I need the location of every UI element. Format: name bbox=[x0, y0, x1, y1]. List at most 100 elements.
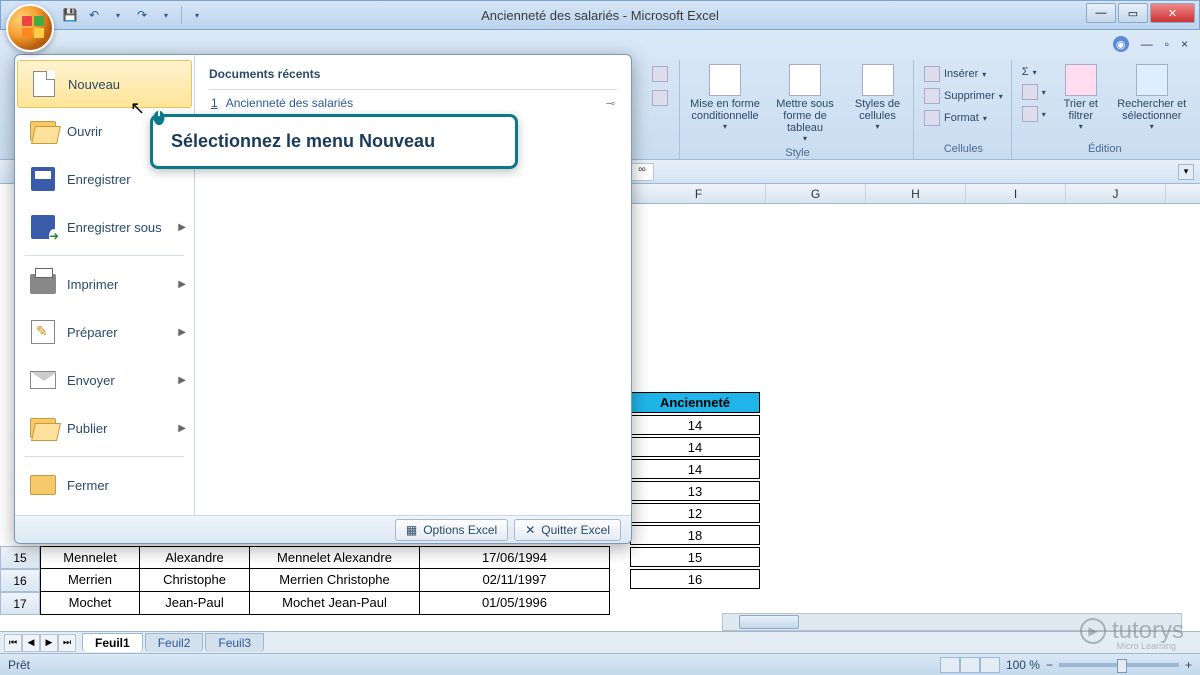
quit-excel-button[interactable]: ✕ Quitter Excel bbox=[514, 519, 621, 541]
col-header-j[interactable]: J bbox=[1066, 184, 1166, 203]
row-header[interactable]: 15 bbox=[0, 546, 40, 569]
clear-icon bbox=[1022, 106, 1038, 122]
col-header-i[interactable]: I bbox=[966, 184, 1066, 203]
cell-nom[interactable]: Mennelet bbox=[40, 546, 140, 569]
sheet-tab-bar: ⏮ ◀ ▶ ⏭ Feuil1 Feuil2 Feuil3 bbox=[0, 631, 1200, 653]
qat-save-icon[interactable]: 💾 bbox=[61, 6, 79, 24]
cell-prenom[interactable]: Jean-Paul bbox=[140, 592, 250, 615]
title-bar: 💾 ↶ ▾ ↷ ▾ ▾ Ancienneté des salariés - Mi… bbox=[0, 0, 1200, 30]
qat-redo-icon[interactable]: ↷ bbox=[133, 6, 151, 24]
cell-date[interactable]: 01/05/1996 bbox=[420, 592, 610, 615]
find-select-button[interactable]: Rechercher et sélectionner ▾ bbox=[1116, 64, 1188, 131]
submenu-arrow-icon: ▶ bbox=[178, 375, 186, 386]
view-page-break-button[interactable] bbox=[980, 657, 1000, 673]
qat-undo-icon[interactable]: ↶ bbox=[85, 6, 103, 24]
row-header[interactable]: 17 bbox=[0, 592, 40, 615]
col-header-h[interactable]: H bbox=[866, 184, 966, 203]
window-title: Ancienneté des salariés - Microsoft Exce… bbox=[481, 8, 719, 23]
anciennete-header: Ancienneté bbox=[630, 392, 760, 413]
conditional-formatting-button[interactable]: Mise en forme conditionnelle ▾ bbox=[690, 64, 760, 131]
prepare-icon bbox=[29, 318, 57, 346]
cell-full[interactable]: Merrien Christophe bbox=[250, 569, 420, 592]
anciennete-cell[interactable]: 18 bbox=[630, 525, 760, 545]
sheet-nav-next-icon[interactable]: ▶ bbox=[40, 634, 58, 652]
cell-prenom[interactable]: Alexandre bbox=[140, 546, 250, 569]
sheet-nav-first-icon[interactable]: ⏮ bbox=[4, 634, 22, 652]
excel-options-button[interactable]: ▦ Options Excel bbox=[395, 519, 508, 541]
anciennete-cell[interactable]: 13 bbox=[630, 481, 760, 501]
qat-undo-dropdown-icon[interactable]: ▾ bbox=[109, 6, 127, 24]
cell-prenom[interactable]: Christophe bbox=[140, 569, 250, 592]
menu-item-close[interactable]: Fermer bbox=[15, 461, 194, 509]
increase-decimal-button[interactable] bbox=[652, 64, 668, 84]
clear-button[interactable]: ▾ bbox=[1022, 104, 1046, 124]
sort-filter-button[interactable]: Trier et filtrer ▾ bbox=[1056, 64, 1106, 131]
menu-item-print[interactable]: Imprimer ▶ bbox=[15, 260, 194, 308]
visible-data-rows: 15 Mennelet Alexandre Mennelet Alexandre… bbox=[0, 546, 610, 615]
menu-item-send[interactable]: Envoyer ▶ bbox=[15, 356, 194, 404]
format-button[interactable]: Format ▾ bbox=[924, 108, 987, 128]
sheet-nav-buttons: ⏮ ◀ ▶ ⏭ bbox=[0, 634, 80, 652]
number-format-fragment[interactable]: ⁰⁰ bbox=[630, 163, 654, 181]
anciennete-cell[interactable]: 12 bbox=[630, 503, 760, 523]
insert-button[interactable]: Insérer ▾ bbox=[924, 64, 986, 84]
scrollbar-thumb[interactable] bbox=[739, 615, 799, 629]
office-button[interactable] bbox=[6, 4, 54, 52]
recent-document-item[interactable]: 1 Ancienneté des salariés ⊸ bbox=[209, 90, 617, 116]
cell-date[interactable]: 17/06/1994 bbox=[420, 546, 610, 569]
decrease-decimal-button[interactable] bbox=[652, 88, 668, 108]
cell-full[interactable]: Mennelet Alexandre bbox=[250, 546, 420, 569]
send-icon bbox=[29, 366, 57, 394]
zoom-in-button[interactable]: + bbox=[1185, 658, 1192, 672]
row-header[interactable]: 16 bbox=[0, 569, 40, 592]
mdi-restore-icon[interactable]: ▫ bbox=[1165, 37, 1169, 51]
anciennete-cell[interactable]: 14 bbox=[630, 459, 760, 479]
cell-full[interactable]: Mochet Jean-Paul bbox=[250, 592, 420, 615]
autosum-button[interactable]: Σ ▾ bbox=[1022, 64, 1046, 80]
zoom-out-button[interactable]: − bbox=[1046, 658, 1053, 672]
menu-item-send-label: Envoyer bbox=[67, 373, 115, 388]
menu-separator bbox=[25, 456, 184, 457]
delete-button[interactable]: Supprimer ▾ bbox=[924, 86, 1003, 106]
menu-item-prepare[interactable]: Préparer ▶ bbox=[15, 308, 194, 356]
qat-redo-dropdown-icon[interactable]: ▾ bbox=[157, 6, 175, 24]
menu-item-publish[interactable]: Publier ▶ bbox=[15, 404, 194, 452]
close-folder-icon bbox=[29, 471, 57, 499]
sheet-nav-prev-icon[interactable]: ◀ bbox=[22, 634, 40, 652]
anciennete-cell[interactable]: 15 bbox=[630, 547, 760, 567]
menu-item-save-as[interactable]: Enregistrer sous ▶ bbox=[15, 203, 194, 251]
submenu-arrow-icon: ▶ bbox=[178, 279, 186, 290]
cell-styles-button[interactable]: Styles de cellules ▾ bbox=[850, 64, 905, 131]
zoom-slider[interactable] bbox=[1059, 663, 1179, 667]
format-as-table-icon bbox=[789, 64, 821, 96]
minimize-button[interactable]: — bbox=[1086, 3, 1116, 23]
find-select-icon bbox=[1136, 64, 1168, 96]
sheet-nav-last-icon[interactable]: ⏭ bbox=[58, 634, 76, 652]
anciennete-cell[interactable]: 16 bbox=[630, 569, 760, 589]
menu-item-new[interactable]: Nouveau bbox=[17, 60, 192, 108]
anciennete-cell[interactable]: 14 bbox=[630, 415, 760, 435]
sheet-tab-2[interactable]: Feuil2 bbox=[145, 633, 204, 652]
close-button[interactable]: ✕ bbox=[1150, 3, 1195, 23]
sheet-tab-1[interactable]: Feuil1 bbox=[82, 633, 143, 652]
pin-icon[interactable]: ⊸ bbox=[606, 97, 615, 110]
mdi-close-icon[interactable]: × bbox=[1181, 37, 1188, 51]
fill-button[interactable]: ▾ bbox=[1022, 82, 1046, 102]
formula-bar-expand-icon[interactable]: ▾ bbox=[1178, 164, 1194, 180]
qat-customize-icon[interactable]: ▾ bbox=[188, 6, 206, 24]
maximize-button[interactable]: ▭ bbox=[1118, 3, 1148, 23]
cell-nom[interactable]: Mochet bbox=[40, 592, 140, 615]
anciennete-cell[interactable]: 14 bbox=[630, 437, 760, 457]
sheet-tab-3[interactable]: Feuil3 bbox=[205, 633, 264, 652]
ribbon-help-area: ◉ — ▫ × bbox=[1113, 36, 1188, 52]
help-icon[interactable]: ◉ bbox=[1113, 36, 1129, 52]
mdi-minimize-icon[interactable]: — bbox=[1141, 37, 1153, 51]
format-as-table-button[interactable]: Mettre sous forme de tableau ▾ bbox=[770, 64, 840, 143]
col-header-f[interactable]: F bbox=[632, 184, 766, 203]
col-header-g[interactable]: G bbox=[766, 184, 866, 203]
cell-date[interactable]: 02/11/1997 bbox=[420, 569, 610, 592]
cell-nom[interactable]: Merrien bbox=[40, 569, 140, 592]
view-normal-button[interactable] bbox=[940, 657, 960, 673]
zoom-level[interactable]: 100 % bbox=[1006, 658, 1040, 672]
view-page-layout-button[interactable] bbox=[960, 657, 980, 673]
